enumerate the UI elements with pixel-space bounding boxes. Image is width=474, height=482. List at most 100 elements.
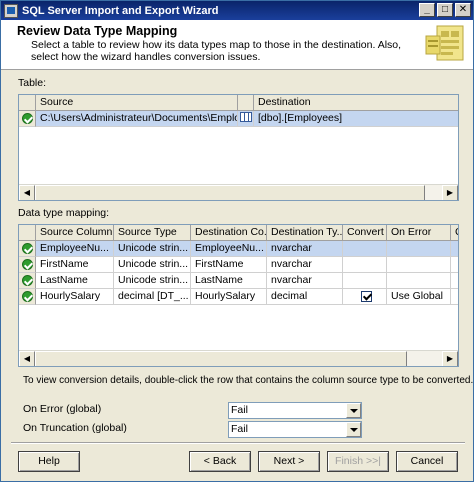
row-header-corner <box>19 95 36 111</box>
row-status-cell <box>19 257 36 273</box>
scroll-right-button[interactable]: ▶ <box>442 185 458 200</box>
column-header-source[interactable]: Source <box>36 95 238 111</box>
table-grid-header: Source Destination <box>19 95 458 111</box>
row-status-cell <box>19 273 36 289</box>
on-error-cell[interactable]: Use Global <box>387 289 451 305</box>
scroll-left-button[interactable]: ◀ <box>19 185 35 200</box>
source-column-cell[interactable]: LastName <box>36 273 114 289</box>
source-column-cell[interactable]: HourlySalary <box>36 289 114 305</box>
table-row[interactable]: C:\Users\Administrateur\Documents\Employ… <box>19 111 458 127</box>
destination-type-cell[interactable]: nvarchar <box>267 273 343 289</box>
column-header-source-column[interactable]: Source Column <box>36 225 114 241</box>
status-ok-icon <box>21 275 33 286</box>
on-truncation-label: On Truncation (global) <box>23 422 127 434</box>
source-type-cell[interactable]: Unicode strin... <box>114 257 191 273</box>
table-icon-cell <box>238 111 254 127</box>
table-section-label: Table: <box>18 77 47 89</box>
back-button[interactable]: < Back <box>189 451 251 472</box>
source-column-cell[interactable]: EmployeeNu... <box>36 241 114 257</box>
destination-column-cell[interactable]: FirstName <box>191 257 267 273</box>
column-header-destination-column[interactable]: Destination Co... <box>191 225 267 241</box>
table-grid-hscrollbar[interactable]: ◀ ▶ <box>19 184 458 200</box>
on-error-cell[interactable] <box>387 273 451 289</box>
column-header-on-error[interactable]: On Error <box>387 225 451 241</box>
mapping-row[interactable]: EmployeeNu... Unicode strin... EmployeeN… <box>19 241 458 257</box>
source-type-cell[interactable]: Unicode strin... <box>114 273 191 289</box>
status-ok-icon <box>21 259 33 270</box>
on-error-cell[interactable] <box>387 257 451 273</box>
column-header-truncated[interactable]: C <box>451 225 458 241</box>
extra-cell <box>451 257 458 273</box>
column-header-destination-type[interactable]: Destination Ty... <box>267 225 343 241</box>
extra-cell <box>451 241 458 257</box>
page-title: Review Data Type Mapping <box>17 24 178 38</box>
mapping-row[interactable]: HourlySalary decimal [DT_... HourlySalar… <box>19 289 458 305</box>
wizard-window: SQL Server Import and Export Wizard _ □ … <box>0 0 474 482</box>
help-button[interactable]: Help <box>18 451 80 472</box>
mapping-section-label: Data type mapping: <box>18 207 110 219</box>
convert-cell[interactable] <box>343 273 387 289</box>
destination-column-cell[interactable]: LastName <box>191 273 267 289</box>
destination-type-cell[interactable]: nvarchar <box>267 241 343 257</box>
next-button[interactable]: Next > <box>258 451 320 472</box>
on-error-cell[interactable] <box>387 241 451 257</box>
convert-cell[interactable] <box>343 289 387 305</box>
app-icon <box>4 3 18 18</box>
convert-cell[interactable] <box>343 257 387 273</box>
page-header: Review Data Type Mapping Select a table … <box>1 20 473 70</box>
row-status-cell <box>19 289 36 305</box>
on-truncation-dropdown[interactable]: Fail <box>228 421 362 438</box>
scroll-thumb[interactable] <box>35 351 407 366</box>
source-type-cell[interactable]: Unicode strin... <box>114 241 191 257</box>
row-header-corner <box>19 225 36 241</box>
finish-button[interactable]: Finish >>| <box>327 451 389 472</box>
mapping-grid[interactable]: Source Column Source Type Destination Co… <box>18 224 459 367</box>
cancel-button[interactable]: Cancel <box>396 451 458 472</box>
column-header-source-type[interactable]: Source Type <box>114 225 191 241</box>
destination-column-cell[interactable]: HourlySalary <box>191 289 267 305</box>
convert-checkbox[interactable] <box>361 291 372 302</box>
dropdown-arrow-icon[interactable] <box>346 422 361 437</box>
source-type-cell[interactable]: decimal [DT_... <box>114 289 191 305</box>
footer-divider <box>11 442 465 444</box>
minimize-button[interactable]: _ <box>419 3 435 17</box>
column-header-spacer <box>238 95 254 111</box>
row-status-cell <box>19 111 36 127</box>
page-description: Select a table to review how its data ty… <box>31 39 402 63</box>
scroll-left-button[interactable]: ◀ <box>19 351 35 366</box>
status-ok-icon <box>21 243 33 254</box>
conversion-hint: To view conversion details, double-click… <box>23 375 474 386</box>
mapping-grid-header: Source Column Source Type Destination Co… <box>19 225 458 241</box>
window-title: SQL Server Import and Export Wizard <box>22 4 219 17</box>
maximize-button[interactable]: □ <box>437 3 453 17</box>
on-error-value: Fail <box>231 404 248 416</box>
table-grid[interactable]: Source Destination C:\Users\Administrate… <box>18 94 459 201</box>
mapping-row[interactable]: FirstName Unicode strin... FirstName nva… <box>19 257 458 273</box>
row-status-cell <box>19 241 36 257</box>
mapping-row[interactable]: LastName Unicode strin... LastName nvarc… <box>19 273 458 289</box>
wizard-graphic-icon <box>423 22 467 66</box>
window-controls: _ □ ✕ <box>419 3 471 17</box>
extra-cell <box>451 289 458 305</box>
title-bar[interactable]: SQL Server Import and Export Wizard _ □ … <box>1 1 473 20</box>
column-header-destination[interactable]: Destination <box>254 95 458 111</box>
on-error-label: On Error (global) <box>23 403 102 415</box>
destination-type-cell[interactable]: decimal <box>267 289 343 305</box>
extra-cell <box>451 273 458 289</box>
convert-cell[interactable] <box>343 241 387 257</box>
on-error-dropdown[interactable]: Fail <box>228 402 362 419</box>
source-column-cell[interactable]: FirstName <box>36 257 114 273</box>
destination-type-cell[interactable]: nvarchar <box>267 257 343 273</box>
status-ok-icon <box>21 113 33 124</box>
scroll-thumb[interactable] <box>35 185 425 200</box>
table-destination-cell[interactable]: [dbo].[Employees] <box>254 111 458 127</box>
table-icon <box>240 112 252 122</box>
mapping-grid-hscrollbar[interactable]: ◀ ▶ <box>19 350 458 366</box>
close-button[interactable]: ✕ <box>455 3 471 17</box>
destination-column-cell[interactable]: EmployeeNu... <box>191 241 267 257</box>
on-truncation-value: Fail <box>231 423 248 435</box>
table-source-cell[interactable]: C:\Users\Administrateur\Documents\Employ… <box>36 111 238 127</box>
scroll-right-button[interactable]: ▶ <box>442 351 458 366</box>
column-header-convert[interactable]: Convert <box>343 225 387 241</box>
dropdown-arrow-icon[interactable] <box>346 403 361 418</box>
